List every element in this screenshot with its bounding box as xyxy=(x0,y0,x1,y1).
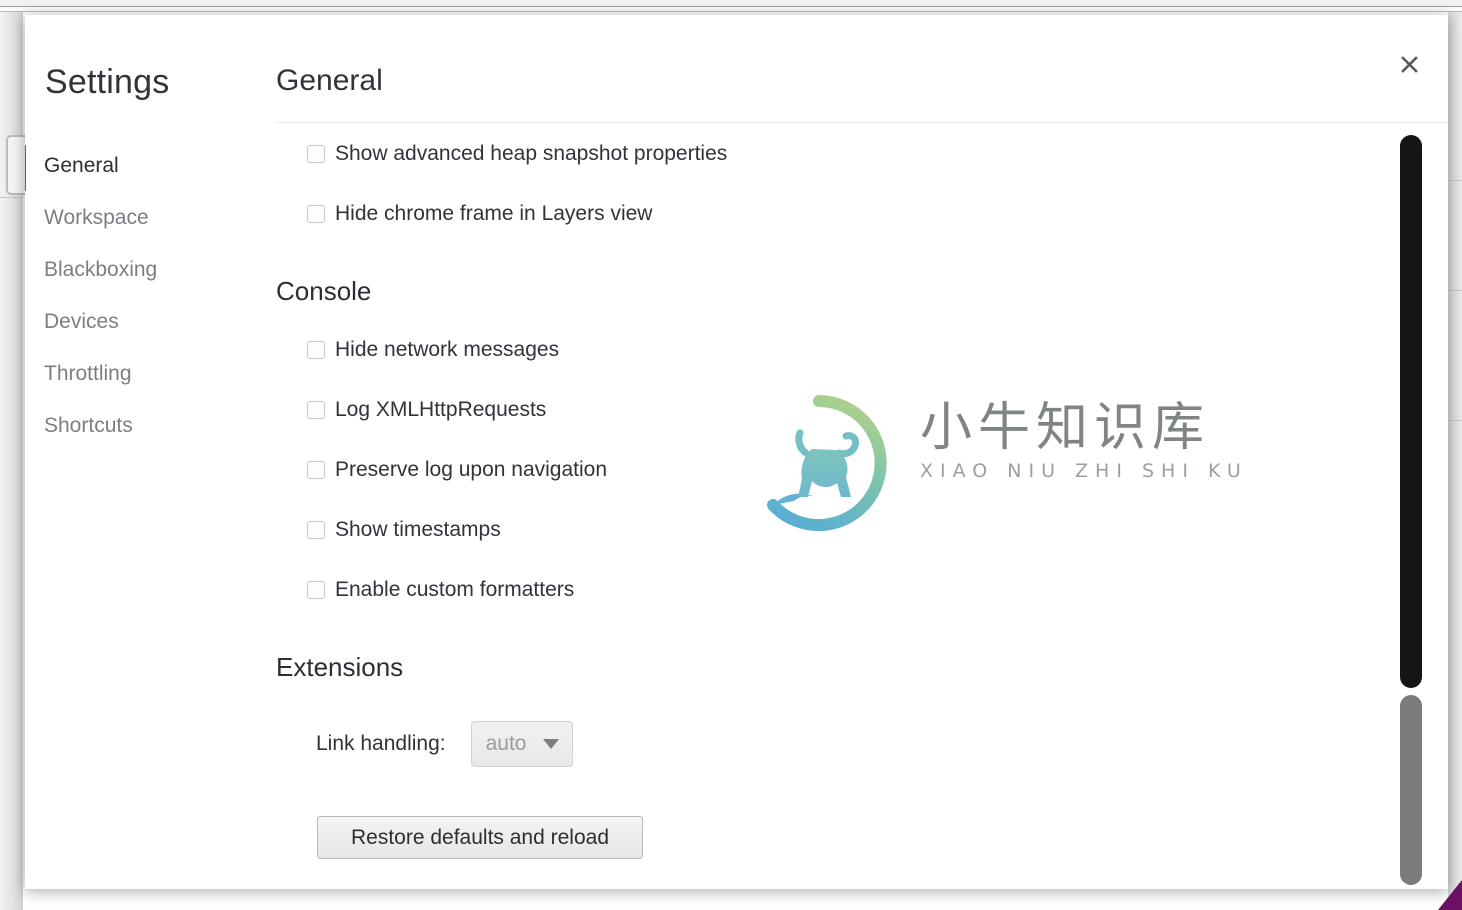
watermark-pinyin: XIAO NIU ZHI SHI KU xyxy=(920,459,1248,482)
sidebar-item-blackboxing[interactable]: Blackboxing xyxy=(25,244,245,296)
checkbox-label: Show advanced heap snapshot properties xyxy=(335,142,728,165)
checkbox-label: Enable custom formatters xyxy=(335,578,575,601)
section-heading-extensions: Extensions xyxy=(276,652,404,682)
link-handling-label: Link handling: xyxy=(316,732,446,755)
watermark-text: 小牛知识库 XIAO NIU ZHI SHI KU xyxy=(920,401,1248,482)
sidebar-item-devices[interactable]: Devices xyxy=(25,296,245,348)
section-heading-console: Console xyxy=(276,276,372,306)
sidebar-item-shortcuts[interactable]: Shortcuts xyxy=(25,400,245,452)
restore-defaults-button[interactable]: Restore defaults and reload xyxy=(317,816,643,859)
checkbox-unchecked-icon[interactable] xyxy=(307,205,325,223)
sidebar-item-general[interactable]: General xyxy=(25,140,245,192)
checkbox-row-preserve-log-upon-navigation[interactable]: Preserve log upon navigation xyxy=(307,458,607,482)
scrollbar[interactable] xyxy=(1400,135,1422,885)
sidebar-item-label: Throttling xyxy=(44,362,132,385)
checkbox-label: Show timestamps xyxy=(335,518,501,541)
background-window-toolbar xyxy=(0,7,1462,12)
watermark: 小牛知识库 XIAO NIU ZHI SHI KU xyxy=(742,393,1241,533)
checkbox-unchecked-icon[interactable] xyxy=(307,401,325,419)
background-right-divider xyxy=(1448,290,1462,291)
scrollbar-track[interactable] xyxy=(1400,135,1422,688)
checkbox-label: Hide network messages xyxy=(335,338,560,361)
background-right-panel xyxy=(1448,12,1462,910)
bull-logo-icon xyxy=(742,393,897,533)
checkbox-row-enable-custom-formatters[interactable]: Enable custom formatters xyxy=(307,578,574,602)
checkbox-label: Hide chrome frame in Layers view xyxy=(335,202,653,225)
checkbox-unchecked-icon[interactable] xyxy=(307,461,325,479)
checkbox-row-show-advanced-heap-snapshot-properties[interactable]: Show advanced heap snapshot properties xyxy=(307,142,727,166)
watermark-chinese: 小牛知识库 xyxy=(920,398,1211,458)
sidebar-item-label: Workspace xyxy=(44,206,149,229)
checkbox-unchecked-icon[interactable] xyxy=(307,145,325,163)
sidebar-item-label: Blackboxing xyxy=(44,258,158,281)
link-handling-value: auto xyxy=(485,732,527,755)
link-handling-select[interactable]: auto xyxy=(470,721,573,767)
sidebar-item-workspace[interactable]: Workspace xyxy=(25,192,245,244)
scrollbar-thumb[interactable] xyxy=(1400,695,1422,885)
selection-indicator xyxy=(25,145,26,191)
checkbox-unchecked-icon[interactable] xyxy=(307,341,325,359)
background-right-divider xyxy=(1448,420,1462,421)
page-title: General xyxy=(276,64,383,97)
checkbox-row-hide-chrome-frame-in-layers-view[interactable]: Hide chrome frame in Layers view xyxy=(307,202,652,226)
settings-sidebar: Settings General Workspace Blackboxing D… xyxy=(25,15,245,889)
settings-nav: General Workspace Blackboxing Devices Th… xyxy=(25,140,245,452)
checkbox-unchecked-icon[interactable] xyxy=(307,521,325,539)
sidebar-item-label: Devices xyxy=(44,310,119,333)
background-left-divider xyxy=(0,197,23,198)
checkbox-label: Preserve log upon navigation xyxy=(335,458,608,481)
settings-title: Settings xyxy=(45,63,170,101)
link-handling-field: Link handling: auto xyxy=(316,721,573,767)
checkbox-row-hide-network-messages[interactable]: Hide network messages xyxy=(307,338,559,362)
settings-content: General Show advanced heap snapshot prop… xyxy=(252,15,1448,889)
sidebar-item-label: General xyxy=(44,154,119,177)
sidebar-item-label: Shortcuts xyxy=(44,414,133,437)
checkbox-label: Log XMLHttpRequests xyxy=(335,398,547,421)
chevron-down-icon xyxy=(542,739,559,749)
background-right-divider xyxy=(1448,180,1462,181)
settings-dialog: Settings General Workspace Blackboxing D… xyxy=(25,15,1448,889)
screen: Settings General Workspace Blackboxing D… xyxy=(0,0,1462,910)
background-window-titlebar xyxy=(0,0,1462,7)
sidebar-item-throttling[interactable]: Throttling xyxy=(25,348,245,400)
checkbox-row-log-xmlhttprequests[interactable]: Log XMLHttpRequests xyxy=(307,398,546,422)
checkbox-row-show-timestamps[interactable]: Show timestamps xyxy=(307,518,501,542)
title-divider xyxy=(276,122,1448,123)
checkbox-unchecked-icon[interactable] xyxy=(307,581,325,599)
